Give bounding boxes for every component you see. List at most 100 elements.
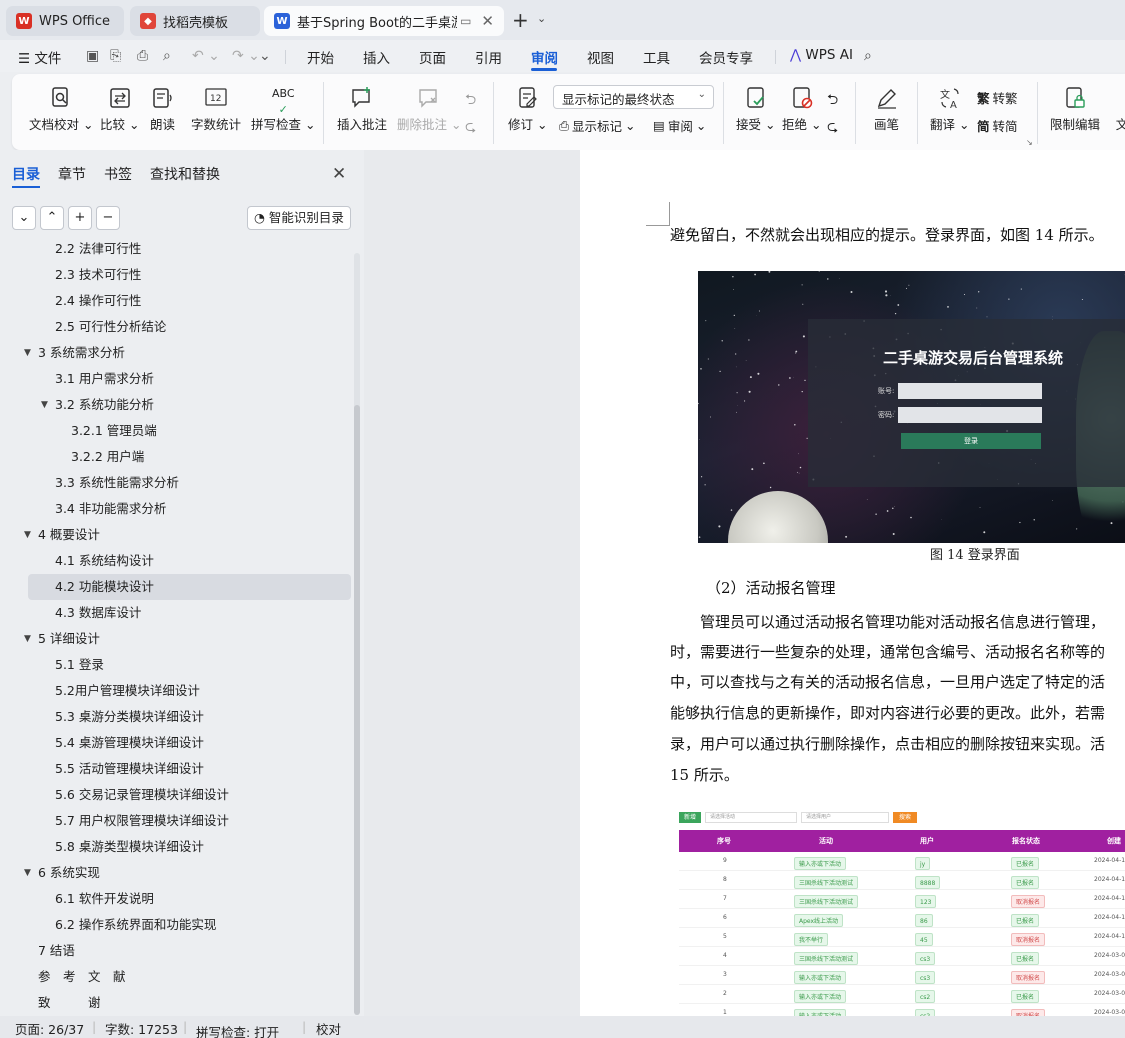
doc-paragraph-line[interactable]: 时，需要进行一些复杂的处理，通常包含编号、活动报名名称等的 <box>670 642 1105 662</box>
tab-template[interactable]: ◆ 找稻壳模板 <box>130 6 260 36</box>
read-aloud-button[interactable]: 朗读 <box>150 86 175 133</box>
to-traditional-button[interactable]: 繁转繁 <box>977 88 1018 107</box>
close-tab-icon[interactable]: ✕ <box>481 12 494 30</box>
tab-bookmarks[interactable]: 书签 <box>104 164 132 184</box>
signup-table-figure[interactable]: 新增 请选择活动 请选择用户 搜索 序号 活动 用户 报名状态 创建 9 输入亦或… <box>679 808 1125 1016</box>
revise-button[interactable]: 修订 ⌄ <box>508 86 547 133</box>
toc-item[interactable]: 4.2 功能模块设计 <box>28 574 351 600</box>
toc-item[interactable]: 3.4 非功能需求分析 <box>55 496 166 522</box>
to-simplified-button[interactable]: 简转简 <box>977 116 1018 135</box>
doc-truncated-button[interactable]: 文 <box>1110 86 1125 133</box>
file-menu[interactable]: ☰ 文件 <box>18 47 61 67</box>
compare-button[interactable]: 比较 ⌄ <box>100 86 139 133</box>
next-comment-icon[interactable]: ⮎ <box>465 116 476 140</box>
toc-item[interactable]: 5.4 桌游管理模块详细设计 <box>55 730 204 756</box>
expand-triangle-icon[interactable]: ▼ <box>24 522 38 548</box>
export-icon[interactable]: ⎘ <box>110 48 121 64</box>
toc-item[interactable]: ▼ 4 概要设计 <box>24 522 100 548</box>
translate-button[interactable]: 文A 翻译 ⌄ <box>930 86 969 133</box>
menu-home[interactable]: 开始 <box>307 47 334 67</box>
menu-view[interactable]: 视图 <box>587 47 614 67</box>
toc-item[interactable]: 3.3 系统性能需求分析 <box>55 470 179 496</box>
display-mode-select[interactable]: 显示标记的最终状态 ⌄ <box>553 85 714 109</box>
section-heading[interactable]: （2）活动报名管理 <box>706 578 836 598</box>
word-count-button[interactable]: 12 字数统计 <box>191 86 241 133</box>
toc-item[interactable]: 2.2 法律可行性 <box>55 242 141 262</box>
more-icon[interactable]: ⌄ <box>259 48 271 64</box>
doc-paragraph-line[interactable]: 中，可以查找与之有关的活动报名信息，一旦用户选定了特定的活 <box>670 672 1105 692</box>
undo-icon[interactable]: ↶ ⌄ <box>192 48 220 64</box>
figure-caption[interactable]: 图 14 登录界面 <box>930 544 1020 563</box>
new-tab-icon[interactable]: + <box>512 8 529 32</box>
toc-item[interactable]: 7 结语 <box>38 938 75 964</box>
menu-tools[interactable]: 工具 <box>643 47 670 67</box>
add-heading-icon[interactable]: + <box>68 206 92 230</box>
collapse-down-icon[interactable]: ⌄ <box>12 206 36 230</box>
toc-item[interactable]: 6.1 软件开发说明 <box>55 886 154 912</box>
expand-triangle-icon[interactable]: ▼ <box>41 392 55 418</box>
doc-paragraph-line[interactable]: 录，用户可以通过执行删除操作，点击相应的删除按钮来实现。活 <box>670 734 1105 754</box>
toc-item[interactable]: ▼ 3.2 系统功能分析 <box>41 392 154 418</box>
search-icon[interactable]: ⌕ <box>864 48 872 64</box>
doc-paragraph-line[interactable]: 管理员可以通过活动报名管理功能对活动报名信息进行管理， <box>670 612 1105 632</box>
spell-check-button[interactable]: ABC ✓ 拼写检查 ⌄ <box>251 86 315 133</box>
toc-item[interactable]: ▼ 5 详细设计 <box>24 626 100 652</box>
login-screenshot-figure[interactable]: 二手桌游交易后台管理系统 账号: 密码: 登录 <box>698 271 1125 543</box>
restrict-edit-button[interactable]: 限制编辑 <box>1050 86 1100 133</box>
chevron-down-icon[interactable]: ⌄ <box>537 12 546 25</box>
delete-comment-button[interactable]: 删除批注 ⌄ <box>397 86 461 133</box>
toc-item[interactable]: 4.1 系统结构设计 <box>55 548 154 574</box>
close-icon[interactable]: ✕ <box>332 164 346 184</box>
print-icon[interactable]: ⎙ <box>137 48 148 64</box>
tab-chapters[interactable]: 章节 <box>58 164 86 184</box>
toc-item[interactable]: 致 谢 <box>38 990 101 1016</box>
toc-item[interactable]: 6.2 操作系统界面和功能实现 <box>55 912 216 938</box>
tab-wps-office[interactable]: W WPS Office <box>6 6 124 36</box>
toc-item[interactable]: 2.5 可行性分析结论 <box>55 314 166 340</box>
print-preview-icon[interactable]: ⌕ <box>163 48 171 64</box>
toc-item[interactable]: 5.6 交易记录管理模块详细设计 <box>55 782 229 808</box>
toc-item[interactable]: 2.3 技术可行性 <box>55 262 141 288</box>
proofread-indicator[interactable]: 校对 <box>316 1019 341 1038</box>
toc-item[interactable]: 5.3 桌游分类模块详细设计 <box>55 704 204 730</box>
previous-comment-icon[interactable]: ⮌ <box>465 89 476 113</box>
toc-item[interactable]: 参 考 文 献 <box>38 964 126 990</box>
insert-comment-button[interactable]: 插入批注 <box>337 86 387 133</box>
collapse-up-icon[interactable]: ⌃ <box>40 206 64 230</box>
expand-icon[interactable]: ↘ <box>1026 138 1033 147</box>
redo-icon[interactable]: ↷ ⌄ <box>232 48 260 64</box>
page-indicator[interactable]: 页面: 26/37 <box>15 1019 84 1038</box>
smart-toc-button[interactable]: ◔ 智能识别目录 <box>247 206 351 230</box>
tab-document[interactable]: W 基于Spring Boot的二手桌游 ▭ ✕ <box>264 6 504 36</box>
doc-paragraph-line[interactable]: 避免留白，不然就会出现相应的提示。登录界面，如图 14 所示。 <box>670 225 1104 245</box>
toc-scrollbar-thumb[interactable] <box>354 405 360 1015</box>
doc-check-button[interactable]: 文档校对 ⌄ <box>29 86 93 133</box>
accept-button[interactable]: 接受 ⌄ <box>736 86 775 133</box>
toc-item[interactable]: 5.2用户管理模块详细设计 <box>55 678 200 704</box>
monitor-icon[interactable]: ▭ <box>460 14 471 28</box>
toc-item[interactable]: 5.7 用户权限管理模块详细设计 <box>55 808 229 834</box>
menu-references[interactable]: 引用 <box>475 47 502 67</box>
wps-ai-button[interactable]: ⋀ WPS AI <box>790 47 853 63</box>
reject-button[interactable]: 拒绝 ⌄ <box>782 86 821 133</box>
expand-triangle-icon[interactable]: ▼ <box>24 626 38 652</box>
menu-review[interactable]: 审阅 <box>531 47 558 67</box>
expand-triangle-icon[interactable]: ▼ <box>24 860 38 886</box>
word-count-indicator[interactable]: 字数: 17253 <box>105 1019 178 1038</box>
doc-paragraph-line[interactable]: 15 所示。 <box>670 765 739 785</box>
menu-insert[interactable]: 插入 <box>363 47 390 67</box>
toc-item[interactable]: 2.4 操作可行性 <box>55 288 141 314</box>
next-change-icon[interactable]: ⮎ <box>827 116 838 140</box>
menu-page[interactable]: 页面 <box>419 47 446 67</box>
toc-item[interactable]: 5.5 活动管理模块详细设计 <box>55 756 204 782</box>
toc-item[interactable]: 3.1 用户需求分析 <box>55 366 154 392</box>
pen-button[interactable]: 画笔 <box>874 86 899 133</box>
review-pane-button[interactable]: ▤ 审阅 ⌄ <box>653 116 706 135</box>
toc-item[interactable]: 3.2.2 用户端 <box>71 444 144 470</box>
expand-triangle-icon[interactable]: ▼ <box>24 340 38 366</box>
toc-item[interactable]: 5.1 登录 <box>55 652 104 678</box>
save-icon[interactable]: ▣ <box>86 48 99 64</box>
tab-find-replace[interactable]: 查找和替换 <box>150 164 220 184</box>
remove-heading-icon[interactable]: − <box>96 206 120 230</box>
toc-item[interactable]: 5.8 桌游类型模块详细设计 <box>55 834 204 860</box>
